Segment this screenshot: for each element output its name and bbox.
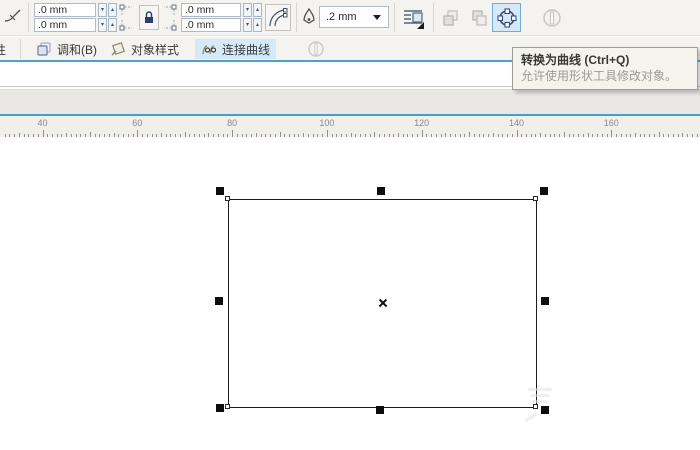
- tooltip-description: 允许使用形状工具修改对象。: [521, 69, 678, 83]
- horizontal-ruler[interactable]: 40 60 80 100 120 140 160: [0, 114, 700, 137]
- spinner-down-button[interactable]: ▾: [98, 3, 107, 17]
- lock-icon: [143, 10, 155, 25]
- to-back-icon: [469, 8, 489, 28]
- ruler-label: 60: [132, 118, 143, 128]
- corner-scaling-icon: [268, 7, 288, 28]
- close-curve-button[interactable]: [539, 5, 565, 31]
- handle-middle-left[interactable]: [215, 297, 223, 305]
- handle-top-middle[interactable]: [377, 187, 385, 195]
- outline-width-value: .2 mm: [326, 11, 357, 23]
- ruler-label: 100: [319, 118, 335, 128]
- separator: [28, 3, 29, 32]
- ruler-label: 80: [227, 118, 238, 128]
- tab-connect-curves-label: 连接曲线: [222, 42, 271, 57]
- extrude-icon: [307, 40, 325, 58]
- ruler-tick: [421, 130, 423, 137]
- separator: [394, 3, 395, 32]
- partial-tab-label: 性: [0, 43, 7, 57]
- spinner-up-button[interactable]: ▴: [108, 18, 117, 32]
- separator: [296, 3, 297, 32]
- corner-radius-bottom-right-input[interactable]: [181, 18, 241, 32]
- spinner-down-button[interactable]: ▾: [243, 18, 252, 32]
- corner-node-top-left[interactable]: [225, 196, 230, 201]
- to-front-icon: [441, 8, 461, 28]
- spinner-down-button[interactable]: ▾: [243, 3, 252, 17]
- corner-radius-top-left-input[interactable]: [34, 3, 96, 17]
- corner-node-bottom-right[interactable]: [533, 404, 538, 409]
- ruler-tick: [42, 130, 44, 137]
- handle-bottom-left[interactable]: [216, 404, 224, 412]
- ruler-tick: [326, 130, 328, 137]
- tab-object-styles-label: 对象样式: [131, 42, 180, 57]
- tab-blend[interactable]: 调和(B): [30, 39, 103, 59]
- spinner-up-button[interactable]: ▴: [108, 3, 117, 17]
- handle-bottom-right[interactable]: [541, 406, 549, 414]
- corner-indicator-top-right-icon: [161, 3, 177, 17]
- to-back-of-layer-button[interactable]: [467, 6, 491, 30]
- wrap-text-icon: [401, 6, 425, 30]
- property-bar: ▾ ▴ ▾ ▴: [0, 0, 700, 36]
- corner-indicator-bottom-right-icon: [161, 18, 177, 32]
- outline-width-select[interactable]: .2 mm: [319, 6, 389, 28]
- convert-to-curves-icon: [495, 6, 519, 30]
- separator: [433, 3, 434, 32]
- handle-top-right[interactable]: [540, 187, 548, 195]
- separator: [20, 39, 21, 59]
- blend-icon: [36, 41, 52, 57]
- connect-curves-icon: [201, 41, 217, 57]
- handle-middle-right[interactable]: [541, 297, 549, 305]
- relative-corner-scaling-button[interactable]: [265, 4, 291, 31]
- extrude-button[interactable]: [304, 39, 328, 59]
- ruler-label: 140: [508, 118, 525, 128]
- ruler-label: 160: [603, 118, 619, 128]
- ruler-tick: [232, 130, 234, 137]
- corner-indicator-top-left-icon: [119, 3, 135, 17]
- handle-bottom-middle[interactable]: [376, 406, 384, 414]
- tab-connect-curves[interactable]: 连接曲线: [195, 39, 277, 59]
- corner-indicator-bottom-left-icon: [119, 18, 135, 32]
- ruler-tick: [516, 130, 518, 137]
- outline-width-icon: [301, 8, 317, 28]
- tab-blend-label: 调和(B): [57, 42, 97, 57]
- ruler-tick: [137, 130, 139, 137]
- handle-top-left[interactable]: [216, 187, 224, 195]
- corner-node-bottom-left[interactable]: [225, 404, 230, 409]
- app-window: ▾ ▴ ▾ ▴: [0, 0, 700, 450]
- corner-node-top-right[interactable]: [533, 196, 538, 201]
- spinner-down-button[interactable]: ▾: [98, 18, 107, 32]
- tooltip-title: 转换为曲线 (Ctrl+Q): [521, 53, 630, 67]
- tooltip: 转换为曲线 (Ctrl+Q) 允许使用形状工具修改对象。: [512, 47, 698, 90]
- object-styles-icon: [110, 41, 126, 57]
- tab-object-styles[interactable]: 对象样式: [104, 39, 185, 59]
- corner-shape-icon: [2, 7, 24, 29]
- selection-center-marker[interactable]: [378, 298, 388, 308]
- wrap-text-button[interactable]: [399, 5, 427, 31]
- ruler-label: 40: [37, 118, 48, 128]
- corner-radius-bottom-left-input[interactable]: [34, 18, 96, 32]
- close-curve-icon: [541, 7, 563, 29]
- ruler-label: 120: [414, 118, 430, 128]
- ruler-tick: [611, 130, 613, 137]
- to-front-of-layer-button[interactable]: [439, 6, 463, 30]
- convert-to-curves-button[interactable]: [492, 3, 521, 32]
- window-margin-band: [0, 90, 700, 114]
- chevron-down-icon: [373, 15, 381, 20]
- spinner-up-button[interactable]: ▴: [253, 18, 262, 32]
- corner-radius-top-right-input[interactable]: [181, 3, 241, 17]
- lock-corners-button[interactable]: [139, 5, 159, 30]
- spinner-up-button[interactable]: ▴: [253, 3, 262, 17]
